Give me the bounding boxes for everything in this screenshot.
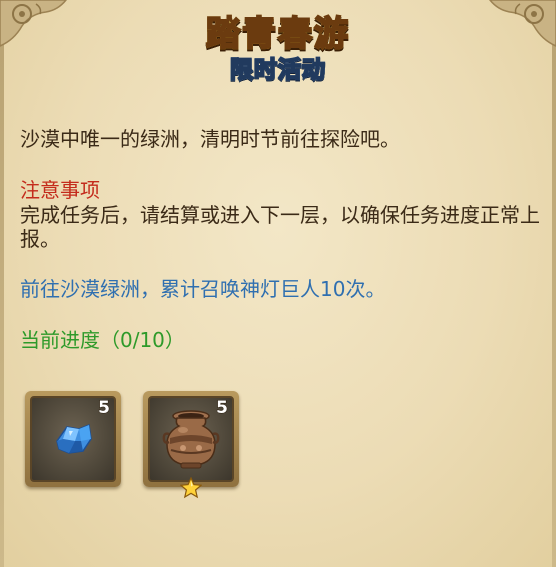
blue-crystal-icon <box>56 423 92 454</box>
event-title-banner: 踏青春游 限时活动 <box>0 13 556 84</box>
quest-objective: 前往沙漠绿洲，累计召唤神灯巨人10次。 <box>20 277 386 301</box>
notice-text: 完成任务后，请结算或进入下一层，以确保任务进度正常上报。 <box>20 203 540 251</box>
bronze-urn-icon <box>162 410 220 469</box>
panel-border-left <box>0 0 4 567</box>
notice-heading: 注意事项 <box>20 178 100 202</box>
reward-slot-urn[interactable]: 5 <box>143 391 239 499</box>
event-subtitle: 限时活动 <box>0 56 556 84</box>
event-title: 踏青春游 <box>205 13 350 55</box>
reward-slot-crystal[interactable]: 5 <box>25 391 121 487</box>
panel-border-right <box>552 0 556 567</box>
reward-slot-frame: 5 <box>30 396 116 482</box>
reward-count: 5 <box>98 398 111 418</box>
reward-slot-frame: 5 <box>148 396 234 482</box>
quest-progress: 当前进度（0/10） <box>20 328 185 352</box>
event-description: 沙漠中唯一的绿洲，清明时节前往探险吧。 <box>20 127 400 151</box>
star-rating-icon <box>180 477 202 499</box>
event-panel: 踏青春游 限时活动 沙漠中唯一的绿洲，清明时节前往探险吧。 注意事项 完成任务后… <box>0 0 556 567</box>
